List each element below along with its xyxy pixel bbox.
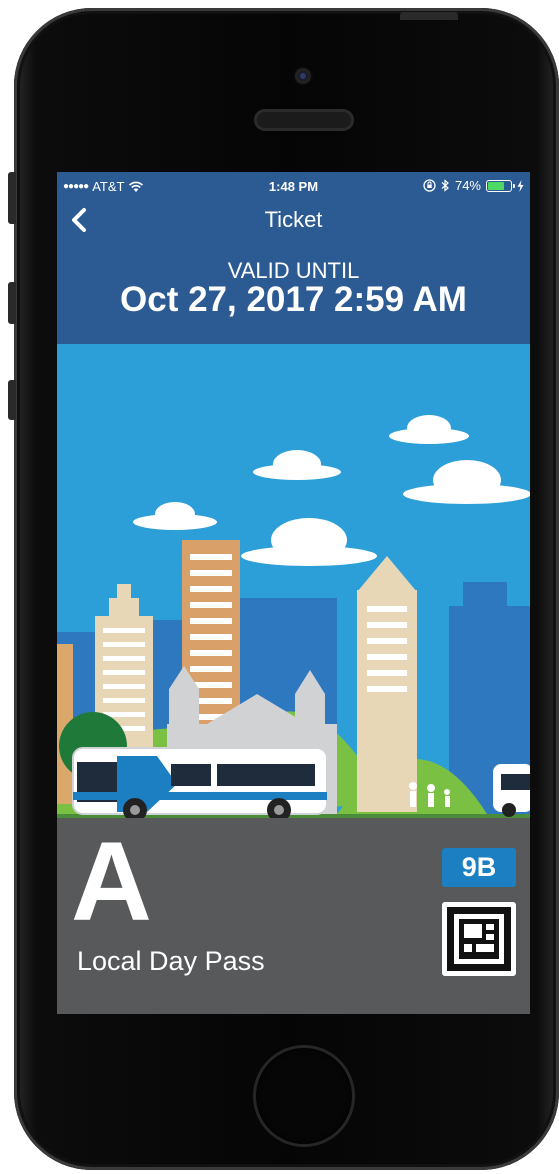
volume-up-button [8,282,16,324]
bluetooth-icon [441,179,449,192]
bus [72,747,328,822]
qr-code-button[interactable] [442,902,516,976]
navigation-bar: Ticket [57,200,530,240]
valid-until-date: Oct 27, 2017 2:59 AM [120,280,467,319]
charging-bolt-icon [517,179,524,192]
battery-percent: 74% [454,178,481,193]
volume-down-button [8,380,16,420]
page-title: Ticket [264,207,323,232]
status-bar: ●●●●● AT&T 1:48 PM 74% [57,172,530,200]
orientation-lock-icon [423,179,436,192]
pass-name: Local Day Pass [77,946,265,976]
qr-code-icon [447,907,511,971]
power-button [400,12,458,20]
second-bus [493,764,530,817]
front-camera [295,68,311,84]
earpiece-speaker [254,109,354,131]
zone-letter: A [71,819,152,944]
mute-switch [8,172,16,224]
route-badge: 9B [442,848,516,887]
ticket-info-bar: A Local Day Pass 9B [57,818,530,1014]
city-illustration [57,344,530,822]
home-button[interactable] [256,1048,352,1144]
app-screen: ●●●●● AT&T 1:48 PM 74% Ticket VALID UNTI… [57,172,530,1014]
battery-icon [486,179,515,192]
